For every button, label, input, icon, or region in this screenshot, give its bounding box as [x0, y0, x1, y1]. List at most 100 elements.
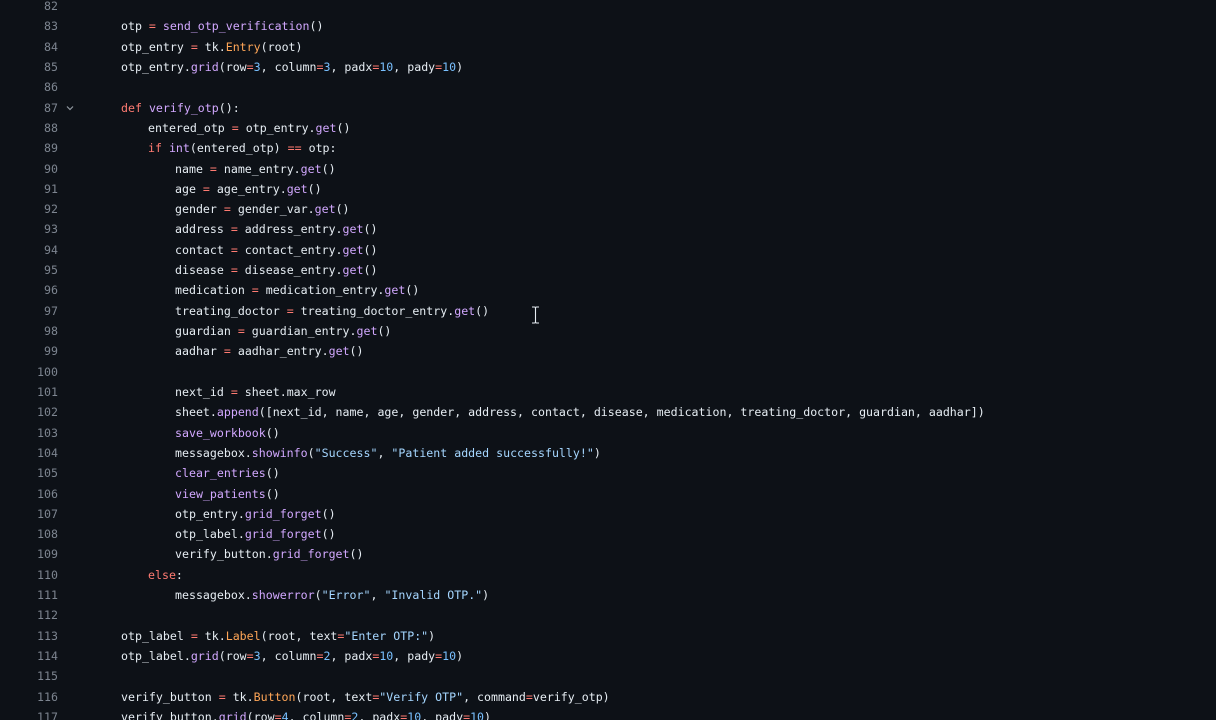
code-token: aadhar_entry.: [230, 344, 329, 359]
code-line[interactable]: 88 entered_otp = otp_entry.get(): [0, 118, 1216, 138]
code-token: get: [315, 120, 337, 135]
line-number: 100: [37, 364, 58, 379]
code-token: "Success": [314, 445, 378, 460]
code-line[interactable]: 85 otp_entry.grid(row=3, column=3, padx=1…: [0, 57, 1216, 77]
code-token: verify_button.: [175, 547, 273, 562]
code-token: 10: [470, 709, 485, 720]
code-line[interactable]: 95 disease = disease_entry.get(): [0, 260, 1216, 280]
code-line[interactable]: 97 treating_doctor = treating_doctor_entr…: [0, 301, 1216, 321]
code-line[interactable]: 96 medication = medication_entry.get(): [0, 280, 1216, 300]
code-line[interactable]: 89 if int(entered_otp) == otp:: [0, 138, 1216, 158]
code-token: (): [265, 466, 280, 481]
code-token: (): [309, 19, 324, 34]
code-token: entered_otp: [148, 120, 232, 135]
code-line[interactable]: 116 verify_button = tk.Button(root, text =…: [0, 687, 1216, 707]
code-line[interactable]: 109 verify_button.grid_forget(): [0, 544, 1216, 564]
code-line[interactable]: 117 verify_button.grid(row=4, column=2, p…: [0, 707, 1216, 720]
code-line[interactable]: 82: [0, 0, 1216, 16]
code-line[interactable]: 84 otp_entry = tk.Entry(root): [0, 37, 1216, 57]
code-line[interactable]: 108 otp_label.grid_forget(): [0, 524, 1216, 544]
code-line[interactable]: 91 age = age_entry.get(): [0, 179, 1216, 199]
code-token: =: [190, 39, 198, 54]
code-token: sheet.: [175, 405, 217, 420]
code-line[interactable]: 104 messagebox.showinfo("Success", "Patie…: [0, 443, 1216, 463]
code-token: , pady: [393, 649, 436, 663]
code-line[interactable]: 92 gender = gender_var.get(): [0, 199, 1216, 219]
code-line[interactable]: 100: [0, 362, 1216, 382]
line-number: 113: [37, 628, 58, 643]
code-token: contact: [175, 242, 231, 257]
line-number: 103: [37, 425, 58, 440]
code-token: , command: [463, 689, 526, 704]
code-line[interactable]: 86: [0, 77, 1216, 97]
code-token: (): [321, 506, 336, 521]
code-token: =: [202, 181, 210, 196]
code-token: if: [148, 141, 162, 156]
code-token: , column: [288, 709, 345, 720]
code-text: guardian = guardian_entry.get(): [175, 321, 391, 341]
code-line[interactable]: 94 contact = contact_entry.get(): [0, 240, 1216, 260]
code-line[interactable]: 93 address = address_entry.get(): [0, 219, 1216, 239]
code-token: grid_forget: [244, 527, 322, 542]
code-token: (): [349, 547, 364, 562]
code-token: =: [230, 384, 238, 399]
code-token: gender_var.: [230, 202, 315, 217]
code-line[interactable]: 83 otp = send_otp_verification(): [0, 16, 1216, 36]
code-token: verify_button.: [121, 709, 219, 720]
code-token: 10: [442, 59, 457, 74]
line-number: 101: [37, 384, 58, 399]
code-line[interactable]: 115: [0, 666, 1216, 686]
code-token: (): [475, 303, 490, 318]
chevron-down-icon[interactable]: [66, 104, 74, 112]
line-number: 82: [44, 0, 58, 13]
code-text: view_patients(): [175, 484, 280, 504]
code-line[interactable]: 98 guardian = guardian_entry.get(): [0, 321, 1216, 341]
code-token: treating_doctor: [175, 303, 287, 318]
code-line[interactable]: 107 otp_entry.grid_forget(): [0, 504, 1216, 524]
code-token: age: [175, 181, 203, 196]
code-token: otp_label.: [121, 649, 191, 663]
code-token: =: [230, 263, 238, 278]
code-text: otp = send_otp_verification(): [121, 16, 323, 36]
code-line[interactable]: 112: [0, 605, 1216, 625]
code-line[interactable]: 113 otp_label = tk.Label(root, text="Ente…: [0, 626, 1216, 646]
code-token: (root): [260, 39, 303, 54]
line-number: 107: [37, 506, 58, 521]
code-token: Button: [253, 689, 296, 704]
code-line[interactable]: 101 next_id = sheet.max_row: [0, 382, 1216, 402]
code-token: get: [314, 202, 336, 217]
code-token: =: [230, 242, 238, 257]
code-token: =: [237, 324, 245, 338]
code-line[interactable]: 110 else:: [0, 565, 1216, 585]
code-token: ): [484, 709, 492, 720]
code-token: ():: [218, 100, 240, 115]
code-line[interactable]: 105 clear_entries(): [0, 463, 1216, 483]
code-line[interactable]: 111 messagebox.showerror("Error", "Invali…: [0, 585, 1216, 605]
line-number: 95: [44, 263, 58, 278]
code-line[interactable]: 114 otp_label.grid(row=3, column=2, padx=…: [0, 646, 1216, 666]
code-token: int: [168, 141, 190, 156]
code-line[interactable]: 106 view_patients(): [0, 484, 1216, 504]
code-line[interactable]: 87 def verify_otp():: [0, 98, 1216, 118]
line-number: 93: [44, 222, 58, 237]
line-number: 105: [37, 466, 58, 481]
code-text: disease = disease_entry.get(): [175, 260, 377, 280]
code-editor[interactable]: 82 83 otp = send_otp_verification() 84 otp_e…: [0, 0, 1216, 720]
code-token: grid_forget: [244, 506, 322, 521]
code-token: name: [175, 161, 210, 176]
code-text: otp_label.grid(row=3, column=2, padx=10,…: [121, 646, 463, 666]
line-number: 108: [37, 527, 58, 542]
code-line[interactable]: 103 save_workbook(): [0, 423, 1216, 443]
code-line[interactable]: 90 name = name_entry.get(): [0, 159, 1216, 179]
code-token: get: [356, 324, 378, 338]
line-number: 111: [37, 588, 58, 603]
code-token: otp: [121, 19, 149, 34]
code-token: get: [300, 161, 322, 176]
code-line[interactable]: 99 aadhar = aadhar_entry.get(): [0, 341, 1216, 361]
code-text: verify_button = tk.Button(root, text = "Ve…: [121, 687, 610, 707]
code-token: =: [230, 222, 238, 237]
code-token: ): [482, 588, 490, 603]
code-line[interactable]: 102 sheet.append([next_id, name, age, gen…: [0, 402, 1216, 422]
